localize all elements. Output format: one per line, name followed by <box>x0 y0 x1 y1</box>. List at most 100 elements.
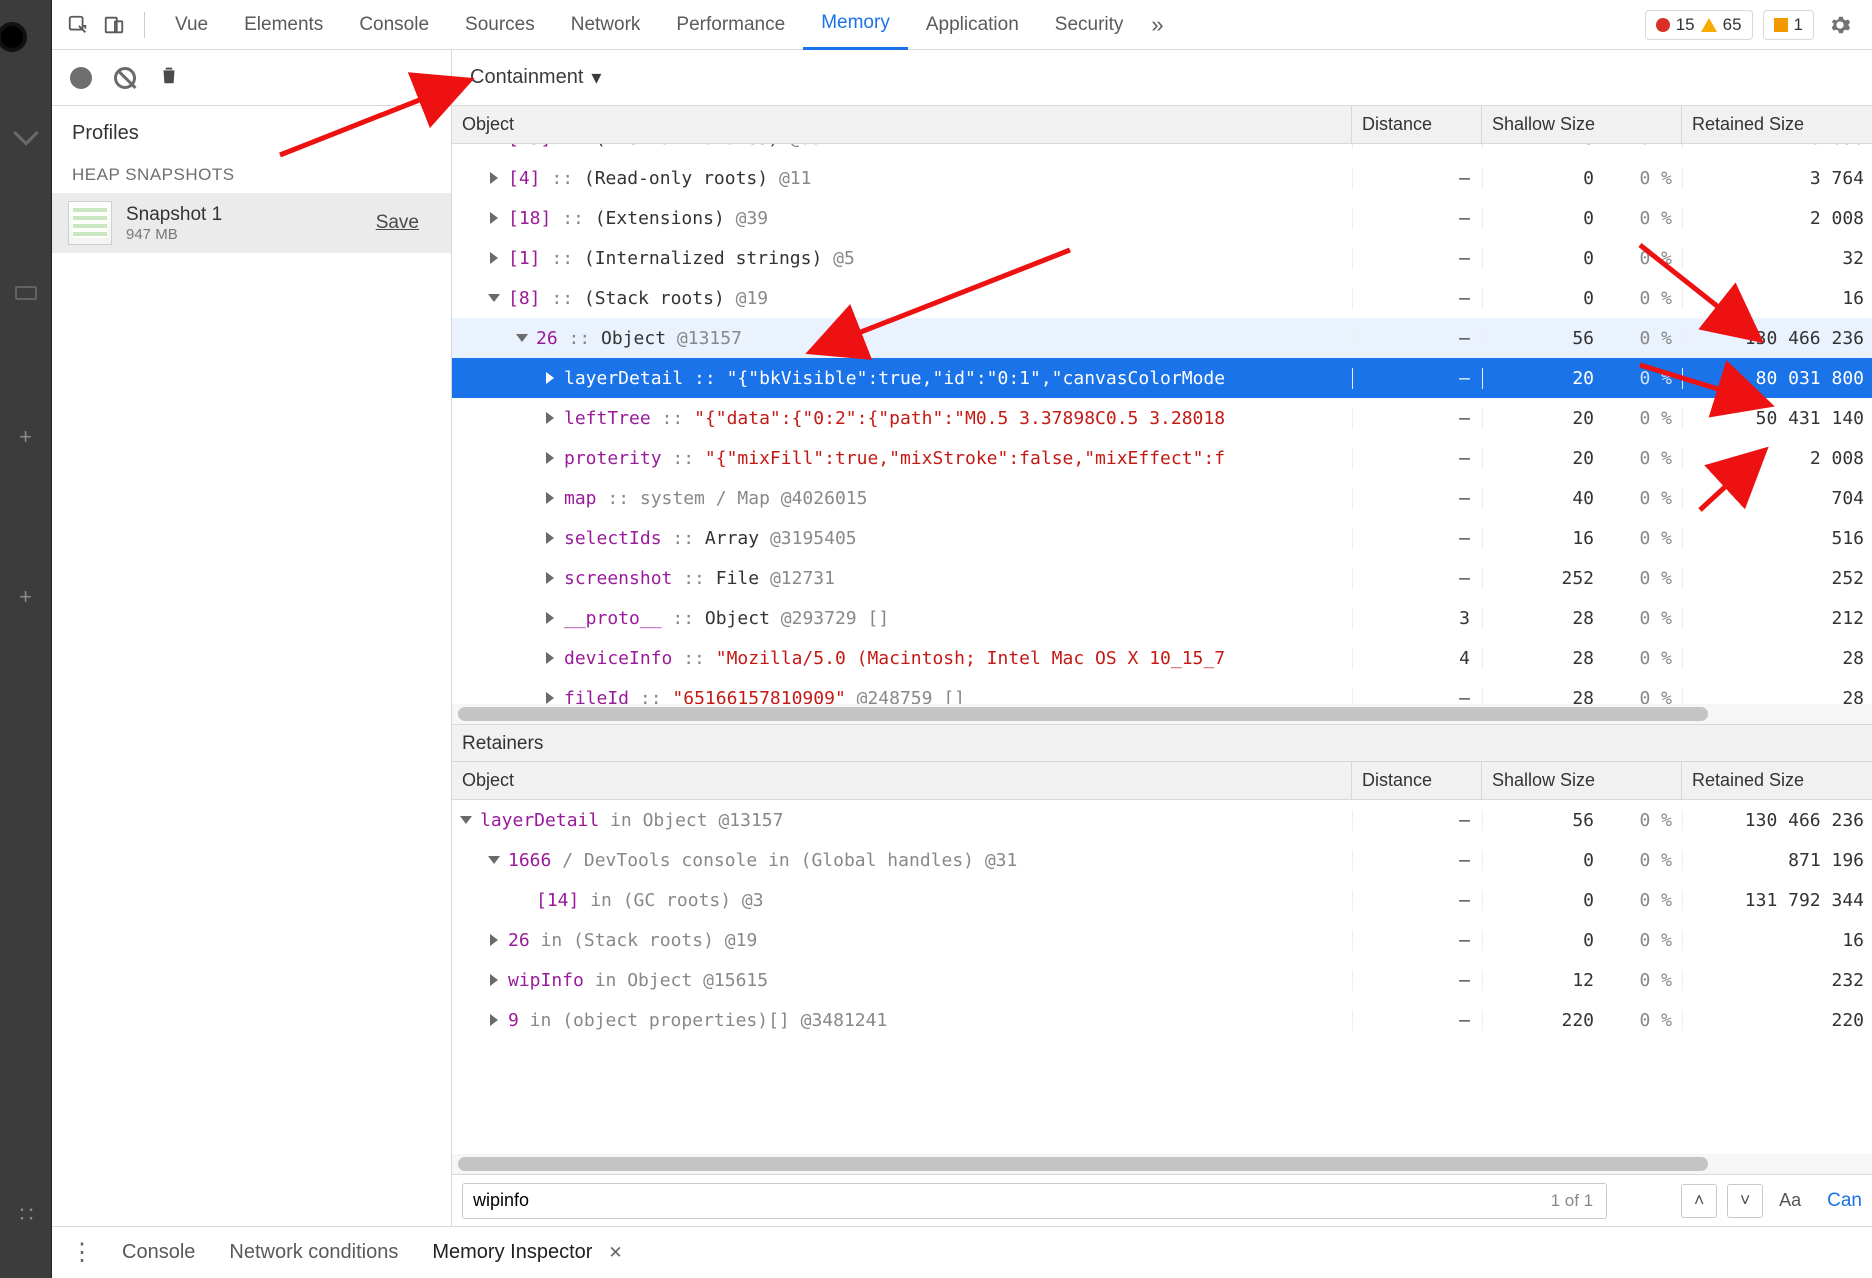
disclosure-icon[interactable] <box>546 452 554 464</box>
disclosure-icon[interactable] <box>490 172 498 184</box>
disclosure-icon[interactable] <box>488 294 500 302</box>
retainers-table[interactable]: layerDetail in Object @13157—560 %130 46… <box>452 800 1872 1050</box>
th-object[interactable]: Object <box>452 106 1352 143</box>
search-bar: 1 of 1 ˄ ˅ Aa Can <box>452 1174 1872 1226</box>
ext-plus-icon[interactable]: + <box>19 424 32 450</box>
error-dot-icon <box>1656 18 1670 32</box>
ext-dot-icon <box>0 22 27 52</box>
memory-sub-toolbar <box>52 50 451 106</box>
drawer-close-icon[interactable]: ✕ <box>608 1243 622 1263</box>
th-shallow[interactable]: Shallow Size <box>1482 106 1682 143</box>
table-row[interactable]: layerDetail in Object @13157—560 %130 46… <box>452 800 1872 840</box>
snapshot-row[interactable]: Snapshot 1 947 MB Save <box>52 193 451 253</box>
th-distance[interactable]: Distance <box>1352 762 1482 799</box>
error-count: 15 <box>1676 15 1695 35</box>
tab-security[interactable]: Security <box>1037 0 1142 50</box>
search-input[interactable] <box>462 1183 1607 1219</box>
th-retained[interactable]: Retained Size <box>1682 762 1872 799</box>
search-cancel[interactable]: Can <box>1817 1190 1862 1212</box>
table-row[interactable]: 26 :: Object @13157—560 %130 466 236 <box>452 318 1872 358</box>
disclosure-icon[interactable] <box>546 372 554 384</box>
disclosure-icon[interactable] <box>546 532 554 544</box>
th-retained[interactable]: Retained Size <box>1682 106 1872 143</box>
table-row[interactable]: 26 in (Stack roots) @19—00 %16 <box>452 920 1872 960</box>
disclosure-icon[interactable] <box>460 816 472 824</box>
tab-sources[interactable]: Sources <box>447 0 553 50</box>
drawer-tab-memory-inspector[interactable]: Memory Inspector <box>432 1241 592 1264</box>
table-row[interactable]: deviceInfo :: "Mozilla/5.0 (Macintosh; I… <box>452 638 1872 678</box>
table-row[interactable]: __proto__ :: Object @293729 []3280 %212 <box>452 598 1872 638</box>
toolbar-sep <box>144 12 145 38</box>
record-icon[interactable] <box>70 67 92 89</box>
disclosure-icon[interactable] <box>546 652 554 664</box>
disclosure-icon[interactable] <box>490 934 498 946</box>
tab-network[interactable]: Network <box>553 0 659 50</box>
chevron-down-icon: ▾ <box>591 65 601 90</box>
table-row[interactable]: selectIds :: Array @3195405—160 %516 <box>452 518 1872 558</box>
table-row[interactable]: screenshot :: File @12731—2520 %252 <box>452 558 1872 598</box>
disclosure-icon[interactable] <box>546 692 554 704</box>
table-row[interactable]: fileId :: "65166157810909" @248759 []—28… <box>452 678 1872 704</box>
ext-activity-bar: + + ∷ <box>0 0 52 1278</box>
memory-main: Containment▾ Object Distance Shallow Siz… <box>452 50 1872 1226</box>
th-shallow[interactable]: Shallow Size <box>1482 762 1682 799</box>
tab-performance[interactable]: Performance <box>658 0 803 50</box>
match-case-toggle[interactable]: Aa <box>1773 1190 1807 1211</box>
ext-dots-icon[interactable]: ∷ <box>20 1202 32 1228</box>
more-tabs-icon[interactable]: » <box>1141 12 1173 38</box>
disclosure-icon[interactable] <box>490 252 498 264</box>
table-row[interactable]: proterity :: "{"mixFill":true,"mixStroke… <box>452 438 1872 478</box>
inspect-element-icon[interactable] <box>60 7 96 43</box>
issue-counter[interactable]: 1 <box>1763 10 1814 40</box>
disclosure-icon[interactable] <box>488 856 500 864</box>
disclosure-icon[interactable] <box>546 412 554 424</box>
tab-memory[interactable]: Memory <box>803 0 908 50</box>
disclosure-icon[interactable] <box>490 212 498 224</box>
table-row[interactable]: 9 in (object properties)[] @3481241—2200… <box>452 1000 1872 1040</box>
disclosure-icon[interactable] <box>490 1014 498 1026</box>
table-row[interactable]: [14] in (GC roots) @3—00 %131 792 344 <box>452 880 1872 920</box>
table-row[interactable]: layerDetail :: "{"bkVisible":true,"id":"… <box>452 358 1872 398</box>
disclosure-icon[interactable] <box>490 974 498 986</box>
search-prev-button[interactable]: ˄ <box>1681 1184 1717 1218</box>
clear-icon[interactable] <box>114 67 136 89</box>
disclosure-icon[interactable] <box>546 572 554 584</box>
th-distance[interactable]: Distance <box>1352 106 1482 143</box>
drawer-menu-icon[interactable]: ⋮ <box>70 1238 92 1267</box>
snapshot-name: Snapshot 1 <box>126 204 222 226</box>
tab-console[interactable]: Console <box>341 0 447 50</box>
drawer-tab-network-conditions[interactable]: Network conditions <box>229 1241 398 1264</box>
table-row[interactable]: leftTree :: "{"data":{"0:2":{"path":"M0.… <box>452 398 1872 438</box>
h-scrollbar[interactable] <box>452 704 1872 724</box>
tab-vue[interactable]: Vue <box>157 0 226 50</box>
table-row[interactable]: 1666 / DevTools console in (Global handl… <box>452 840 1872 880</box>
disclosure-icon[interactable] <box>546 612 554 624</box>
error-counter[interactable]: 1565 <box>1645 10 1753 40</box>
table-row[interactable]: [1] :: (Internalized strings) @5—00 %32 <box>452 238 1872 278</box>
table-row[interactable]: [18] :: (Extensions) @39—00 %2 008 <box>452 198 1872 238</box>
table-row[interactable]: wipInfo in Object @15615—120 %232 <box>452 960 1872 1000</box>
table-row[interactable]: [4] :: (Read-only roots) @11—00 %3 764 <box>452 158 1872 198</box>
tab-elements[interactable]: Elements <box>226 0 341 50</box>
disclosure-icon[interactable] <box>546 492 554 504</box>
issue-count: 1 <box>1794 15 1803 35</box>
top-toolbar: VueElementsConsoleSourcesNetworkPerforma… <box>52 0 1872 50</box>
objects-table[interactable]: [15] :: (Eternal handles) @35—00 %6 896[… <box>452 144 1872 704</box>
tab-application[interactable]: Application <box>908 0 1037 50</box>
h-scrollbar-2[interactable] <box>452 1154 1872 1174</box>
ext-sep-icon <box>13 120 38 145</box>
delete-icon[interactable] <box>158 64 180 91</box>
device-toggle-icon[interactable] <box>96 7 132 43</box>
table-row[interactable]: [15] :: (Eternal handles) @35—00 %6 896 <box>452 144 1872 158</box>
snapshot-save-link[interactable]: Save <box>376 212 435 234</box>
snapshot-icon <box>68 201 112 245</box>
table-row[interactable]: [8] :: (Stack roots) @19—00 %16 <box>452 278 1872 318</box>
settings-gear-icon[interactable] <box>1824 9 1856 41</box>
table-row[interactable]: map :: system / Map @4026015—400 %704 <box>452 478 1872 518</box>
ext-plus2-icon[interactable]: + <box>19 584 32 610</box>
th-object[interactable]: Object <box>452 762 1352 799</box>
view-mode-dropdown[interactable]: Containment▾ <box>470 65 601 90</box>
drawer-tab-console[interactable]: Console <box>122 1241 195 1264</box>
search-next-button[interactable]: ˅ <box>1727 1184 1763 1218</box>
disclosure-icon[interactable] <box>516 334 528 342</box>
